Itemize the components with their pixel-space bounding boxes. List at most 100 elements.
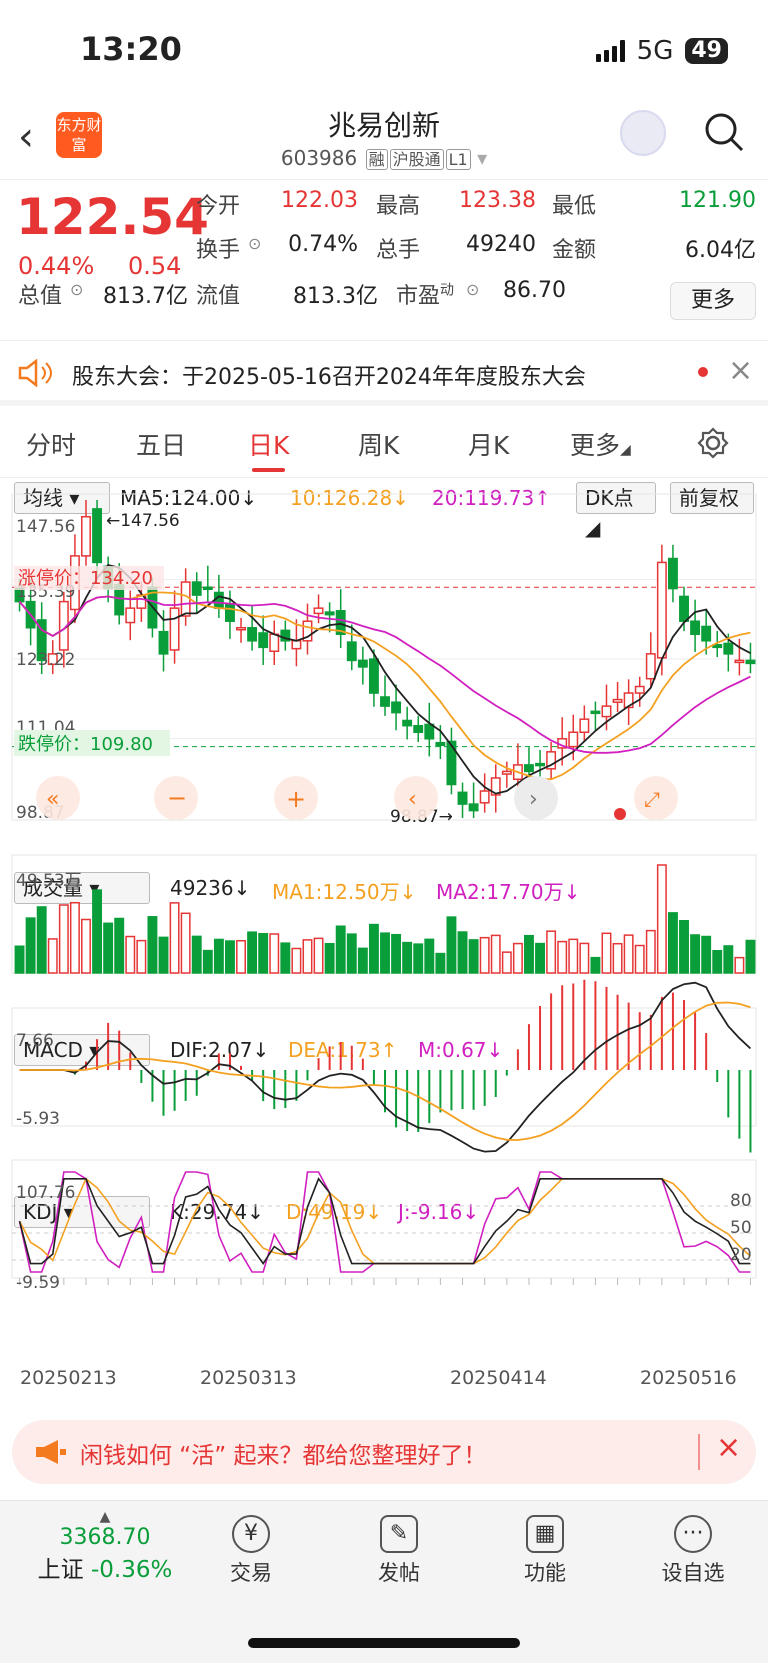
functions-button[interactable]: ▦ 功能	[490, 1515, 600, 1587]
pe-value: 86.70	[503, 278, 566, 303]
volume-bar	[590, 956, 601, 974]
candle-body	[734, 659, 745, 664]
turnover-label: 换手	[196, 238, 241, 263]
candle-body	[92, 508, 103, 564]
period-tabs: 分时 五日 日K 周K 月K 更多◢	[0, 408, 768, 478]
amount-value: 6.04亿	[685, 238, 756, 263]
candle-body	[723, 642, 734, 655]
d-line	[18, 1177, 751, 1265]
speaker-icon	[18, 359, 52, 387]
amount-label: 金额	[552, 238, 597, 263]
candle-body	[346, 641, 357, 662]
svg-text:«: «	[46, 787, 59, 812]
volume-bar	[346, 933, 357, 974]
volume-bar	[291, 947, 302, 974]
kline-chart[interactable]: 147.56 135.39 123.22 111.04 98.87 ←147.5…	[0, 480, 768, 1410]
close-icon[interactable]: ×	[728, 353, 753, 388]
chart-controls: « − + ‹ › ⤢	[36, 776, 678, 820]
home-indicator	[248, 1638, 520, 1648]
info-icon[interactable]: ⊙	[70, 280, 83, 299]
high-marker: ←147.56	[106, 511, 180, 531]
volume-bar	[524, 934, 534, 974]
tab-five-day[interactable]: 五日	[136, 426, 186, 462]
volume-bar	[302, 939, 313, 974]
candle-body	[380, 696, 390, 707]
more-button[interactable]: 更多	[670, 282, 756, 320]
volume-bar	[357, 947, 368, 974]
volume-bar	[202, 949, 213, 974]
volume-bar	[125, 935, 136, 974]
candle-body	[590, 710, 601, 715]
open-value: 122.03	[281, 188, 358, 213]
notice-text: 股东大会：于2025-05-16召开2024年年度股东大会	[72, 365, 586, 390]
search-icon[interactable]	[702, 110, 746, 154]
info-icon[interactable]: ⊙	[248, 234, 261, 253]
candle-body	[501, 770, 512, 775]
candle-body	[236, 626, 246, 631]
edit-icon: ✎	[380, 1515, 418, 1553]
volume-value: 49240	[466, 232, 536, 257]
turnover-value: 0.74%	[288, 232, 358, 257]
tab-weekly-k[interactable]: 周K	[358, 426, 399, 462]
volume-bar	[247, 931, 258, 974]
trade-button[interactable]: ¥ 交易	[196, 1515, 306, 1587]
change-percent: 0.44%	[18, 252, 95, 280]
volume-bar	[58, 904, 69, 974]
tab-daily-k[interactable]: 日K	[248, 426, 289, 472]
close-icon[interactable]: ×	[716, 1430, 741, 1465]
grid-icon: ▦	[526, 1515, 564, 1553]
volume-bar	[656, 864, 667, 974]
j-line	[18, 1171, 751, 1273]
volume-bar	[623, 934, 634, 974]
tab-monthly-k[interactable]: 月K	[468, 426, 509, 462]
svg-text:⤢: ⤢	[644, 787, 660, 811]
tab-intraday[interactable]: 分时	[26, 426, 76, 462]
volume-bar	[258, 932, 269, 974]
volume-bar	[601, 932, 612, 974]
add-watchlist-button[interactable]: ··· 设自选	[638, 1515, 748, 1587]
settings-icon[interactable]	[696, 426, 730, 460]
candle-body	[258, 632, 269, 649]
tag-level: L1	[445, 149, 471, 170]
change-amount: 0.54	[128, 252, 182, 280]
volume-bar	[269, 933, 280, 974]
kdj-axis-bottom: -9.59	[16, 1273, 60, 1293]
candle-body	[313, 607, 324, 615]
candle-body	[291, 640, 302, 650]
k-line	[18, 1177, 751, 1265]
post-button[interactable]: ✎ 发帖	[344, 1515, 454, 1587]
candle-body	[202, 586, 213, 591]
volume-bar	[224, 940, 235, 974]
signal-icon	[595, 40, 625, 62]
macd-chart	[19, 979, 752, 1153]
candle-body	[180, 581, 191, 617]
index-change: -0.36%	[90, 1557, 173, 1583]
volume-bar	[446, 916, 457, 974]
yen-icon: ¥	[232, 1515, 270, 1553]
candle-body	[413, 724, 424, 733]
float-cap-label: 流值	[196, 284, 241, 309]
volume-bar	[424, 938, 435, 974]
volume-bar	[557, 940, 568, 974]
price-axis-top: 147.56	[16, 517, 75, 537]
volume-bar	[457, 931, 468, 974]
limit-up-label: 涨停价：134.20	[18, 568, 153, 589]
macd-axis-top: 7.66	[16, 1031, 54, 1051]
notice-bar[interactable]: 股东大会：于2025-05-16召开2024年年度股东大会 ×	[0, 340, 768, 406]
candle-body	[468, 803, 479, 812]
tab-more[interactable]: 更多◢	[570, 426, 631, 462]
promo-banner[interactable]: 闲钱如何 “活” 起来？都给您整理好了！ ×	[12, 1420, 756, 1484]
candle-body	[269, 633, 280, 653]
volume-bar	[36, 906, 47, 974]
volume-bar	[391, 933, 402, 974]
volume-bar	[568, 938, 579, 974]
assistant-robot-icon[interactable]	[620, 110, 666, 156]
banner-text: 闲钱如何 “活” 起来？都给您整理好了！	[80, 1443, 487, 1469]
volume-bar	[634, 944, 645, 974]
kdj-level-20: 20	[730, 1245, 752, 1265]
volume-bar	[191, 935, 202, 974]
volume-bar	[734, 956, 745, 974]
candle-body	[213, 591, 224, 609]
low-label: 最低	[552, 194, 597, 219]
index-ticker[interactable]: ▲ 3368.70 上证 -0.36%	[30, 1509, 180, 1584]
